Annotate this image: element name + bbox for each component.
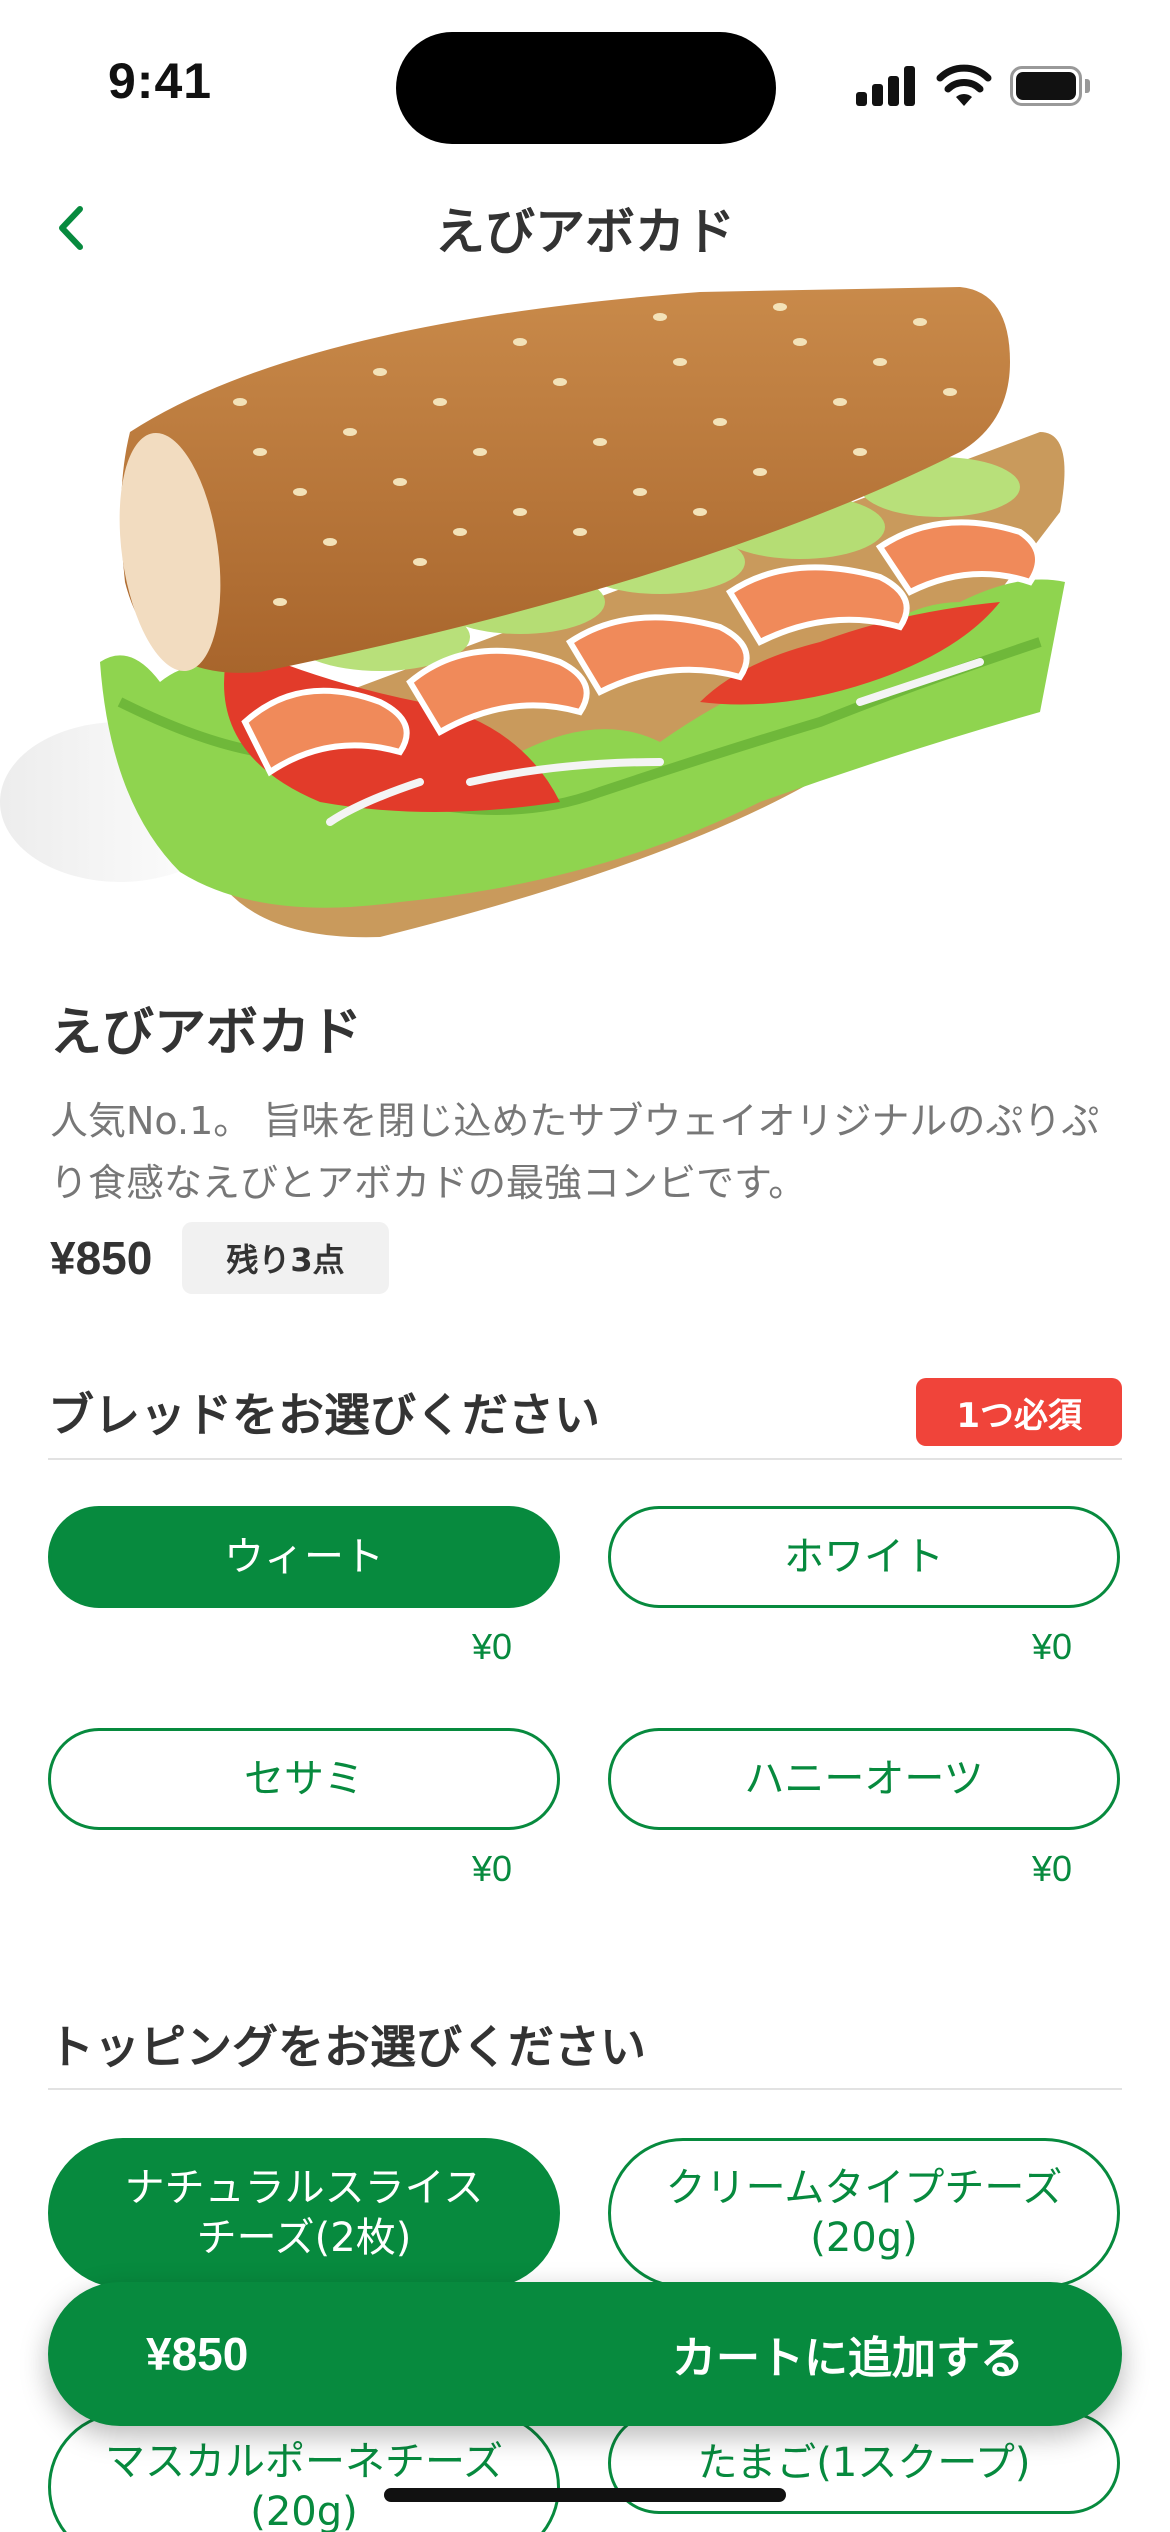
topping-option-button[interactable]: ナチュラルスライスチーズ(2枚)	[48, 2138, 560, 2288]
add-to-cart-label: カートに追加する	[672, 2333, 1024, 2384]
bread-option-sesame: セサミ ¥0	[48, 1728, 560, 1890]
bread-option-honey-oats: ハニーオーツ ¥0	[608, 1728, 1120, 1890]
bread-option-wheat: ウィート ¥0	[48, 1506, 560, 1668]
divider	[48, 1458, 1122, 1460]
add-to-cart-button[interactable]: ¥850 カートに追加する	[48, 2282, 1122, 2426]
option-price: ¥0	[471, 1848, 512, 1889]
page-title: えびアボカド	[435, 203, 735, 261]
wifi-icon	[936, 64, 992, 106]
product-name: えびアボカド	[50, 1003, 363, 1063]
topping-option-cream-cheese: クリームタイプチーズ(20g)	[608, 2138, 1120, 2288]
home-indicator[interactable]	[384, 2488, 786, 2502]
option-price: ¥0	[1031, 1626, 1072, 1667]
nav-bar: えびアボカド	[0, 170, 1170, 280]
bread-option-button[interactable]: ハニーオーツ	[608, 1728, 1120, 1830]
bread-section-title: ブレッドをお選びください	[48, 1388, 600, 1442]
stock-badge: 残り3点	[182, 1222, 389, 1294]
product-price: ¥850	[50, 1232, 153, 1284]
topping-option-mascarpone: マスカルポーネチーズ(20g)	[48, 2412, 560, 2532]
bread-option-button[interactable]: セサミ	[48, 1728, 560, 1830]
option-price: ¥0	[471, 1626, 512, 1667]
cart-price: ¥850	[146, 2328, 249, 2380]
option-price: ¥0	[1031, 1848, 1072, 1889]
status-bar: 9:41	[0, 0, 1170, 170]
cellular-signal-icon	[856, 66, 916, 106]
price-row: ¥850 残り3点	[50, 1222, 389, 1294]
topping-option-natural-cheese: ナチュラルスライスチーズ(2枚)	[48, 2138, 560, 2288]
topping-option-button[interactable]: マスカルポーネチーズ(20g)	[48, 2412, 560, 2532]
product-description: 人気No.1。 旨味を閉じ込めたサブウェイオリジナルのぷりぷり食感なえびとアボカ…	[50, 1099, 1100, 1205]
shrimp-avocado-sandwich-image	[0, 282, 1170, 942]
topping-section-title: トッピングをお選びください	[48, 2020, 646, 2074]
topping-option-button[interactable]: クリームタイプチーズ(20g)	[608, 2138, 1120, 2288]
dynamic-island	[396, 32, 776, 144]
battery-icon	[1010, 66, 1090, 106]
bread-option-button[interactable]: ホワイト	[608, 1506, 1120, 1608]
bread-section-header: ブレッドをお選びください 1つ必須	[48, 1372, 1122, 1452]
topping-section-header: トッピングをお選びください	[48, 2004, 1122, 2084]
divider	[48, 2088, 1122, 2090]
bread-option-white: ホワイト ¥0	[608, 1506, 1120, 1668]
bread-option-button[interactable]: ウィート	[48, 1506, 560, 1608]
status-time: 9:41	[108, 53, 213, 109]
required-badge: 1つ必須	[916, 1378, 1122, 1446]
